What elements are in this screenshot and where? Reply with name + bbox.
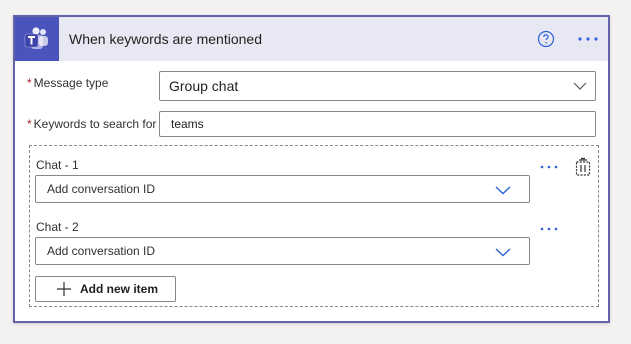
chat-2-label: Chat - 2	[36, 220, 79, 234]
delete-array-icon[interactable]	[574, 157, 592, 177]
keywords-input[interactable]: teams	[159, 111, 596, 137]
chat-1-label: Chat - 1	[36, 158, 79, 172]
keywords-label: * Keywords to search for	[27, 117, 156, 131]
message-type-value: Group chat	[169, 78, 239, 94]
required-asterisk: *	[27, 76, 32, 90]
message-type-label-text: Message type	[33, 76, 109, 90]
add-new-item-label: Add new item	[80, 282, 159, 296]
chat-2-more-icon[interactable]	[538, 224, 560, 234]
conversation-array: Chat - 1 Add conversation ID Chat - 2 Ad…	[29, 145, 599, 307]
more-horizontal-icon[interactable]	[575, 29, 601, 49]
teams-logo-icon	[15, 17, 59, 61]
message-type-label: * Message type	[27, 76, 108, 90]
chevron-down-icon	[495, 186, 511, 195]
card-title: When keywords are mentioned	[69, 31, 262, 47]
message-type-dropdown[interactable]: Group chat	[159, 71, 596, 101]
chat-1-conversation-dropdown[interactable]: Add conversation ID	[35, 175, 530, 203]
required-asterisk: *	[27, 117, 32, 131]
card-header[interactable]: When keywords are mentioned	[15, 17, 608, 61]
add-new-item-button[interactable]: Add new item	[35, 276, 176, 302]
chat-1-placeholder: Add conversation ID	[47, 182, 156, 196]
chevron-down-icon	[573, 82, 587, 90]
keywords-label-text: Keywords to search for	[33, 117, 157, 131]
trigger-card: When keywords are mentioned * Message typ…	[13, 15, 610, 323]
chat-2-placeholder: Add conversation ID	[47, 244, 156, 258]
plus-icon	[57, 282, 71, 296]
help-circle-icon[interactable]	[537, 30, 555, 48]
chat-1-more-icon[interactable]	[538, 162, 560, 172]
chevron-down-icon	[495, 248, 511, 257]
chat-2-conversation-dropdown[interactable]: Add conversation ID	[35, 237, 530, 265]
